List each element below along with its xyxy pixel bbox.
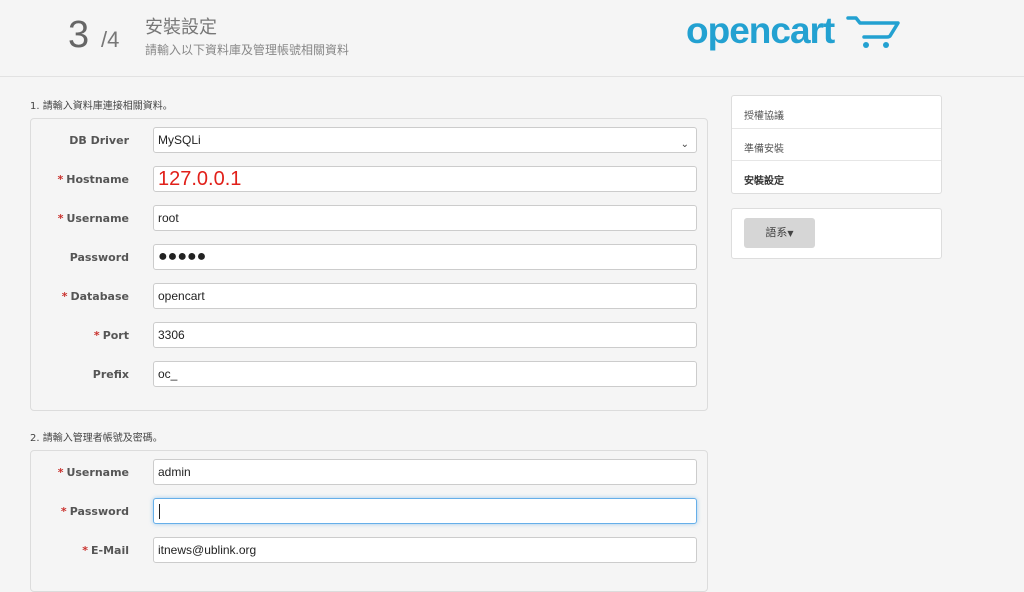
port-input[interactable]: 3306 [153, 322, 697, 348]
hostname-label: * Hostname [57, 173, 129, 186]
language-button-label: 語系 [765, 226, 788, 239]
required-marker: * [60, 505, 67, 518]
admin-email-label: * E-Mail [82, 544, 129, 557]
db-settings-panel: DB Driver MySQLi ⌄ * Hostname 127.0.0.1 *… [30, 118, 708, 411]
required-marker: * [61, 290, 68, 303]
step-total: /4 [101, 27, 120, 52]
header-divider [0, 76, 1024, 77]
db-section-legend: 1. 請輸入資料庫連接相關資料。 [30, 101, 173, 112]
language-panel: 語系▼ [731, 208, 942, 259]
caret-down-icon: ▼ [787, 229, 794, 238]
page-subtitle: 請輸入以下資料庫及管理帳號相關資料 [145, 43, 350, 57]
language-dropdown-button[interactable]: 語系▼ [744, 218, 815, 248]
db-driver-row: DB Driver MySQLi ⌄ [31, 127, 707, 155]
port-row: * Port 3306 [31, 322, 707, 350]
admin-settings-panel: * Username admin * Password * E-Mail itnews… [30, 450, 708, 592]
prefix-label: Prefix [92, 368, 129, 381]
step-item-configuration[interactable]: 安裝設定 [732, 160, 941, 192]
admin-username-row: * Username admin [31, 459, 707, 487]
admin-password-label: * Password [60, 505, 129, 518]
install-steps-list: 授權協議 準備安裝 安裝設定 [731, 95, 942, 194]
database-input[interactable]: opencart [153, 283, 697, 309]
prefix-row: Prefix oc_ [31, 361, 707, 389]
database-row: * Database opencart [31, 283, 707, 311]
opencart-logo: opencart [686, 10, 835, 51]
admin-username-label: * Username [57, 466, 129, 479]
page-title: 安裝設定 [145, 17, 217, 38]
db-driver-value: MySQLi [158, 133, 201, 147]
prefix-input[interactable]: oc_ [153, 361, 697, 387]
admin-email-row: * E-Mail itnews@ublink.org [31, 537, 707, 565]
db-username-row: * Username root [31, 205, 707, 233]
admin-email-input[interactable]: itnews@ublink.org [153, 537, 697, 563]
page-header: 3 /4 安裝設定 請輸入以下資料庫及管理帳號相關資料 opencart [0, 0, 1024, 75]
db-driver-label: DB Driver [69, 134, 129, 147]
db-driver-select[interactable]: MySQLi ⌄ [153, 127, 697, 153]
hostname-input[interactable]: 127.0.0.1 [153, 166, 697, 192]
chevron-down-icon: ⌄ [680, 139, 689, 150]
db-password-input[interactable]: ●●●●● [153, 244, 697, 270]
text-cursor [159, 504, 160, 519]
db-password-row: Password ●●●●● [31, 244, 707, 272]
admin-section-legend: 2. 請輸入管理者帳號及密碼。 [30, 433, 163, 444]
port-label: * Port [93, 329, 129, 342]
hostname-row: * Hostname 127.0.0.1 [31, 166, 707, 194]
admin-username-input[interactable]: admin [153, 459, 697, 485]
admin-password-row: * Password [31, 498, 707, 526]
database-label: * Database [61, 290, 129, 303]
db-password-label: Password [69, 251, 129, 264]
required-marker: * [93, 329, 100, 342]
required-marker: * [57, 173, 64, 186]
required-marker: * [57, 212, 64, 225]
step-item-pre-install[interactable]: 準備安裝 [732, 128, 941, 160]
required-marker: * [57, 466, 64, 479]
step-item-license[interactable]: 授權協議 [732, 96, 941, 128]
admin-password-input[interactable] [153, 498, 697, 524]
step-number: 3 [68, 14, 90, 56]
cart-icon [846, 16, 900, 48]
db-username-input[interactable]: root [153, 205, 697, 231]
db-username-label: * Username [57, 212, 129, 225]
required-marker: * [82, 544, 88, 557]
